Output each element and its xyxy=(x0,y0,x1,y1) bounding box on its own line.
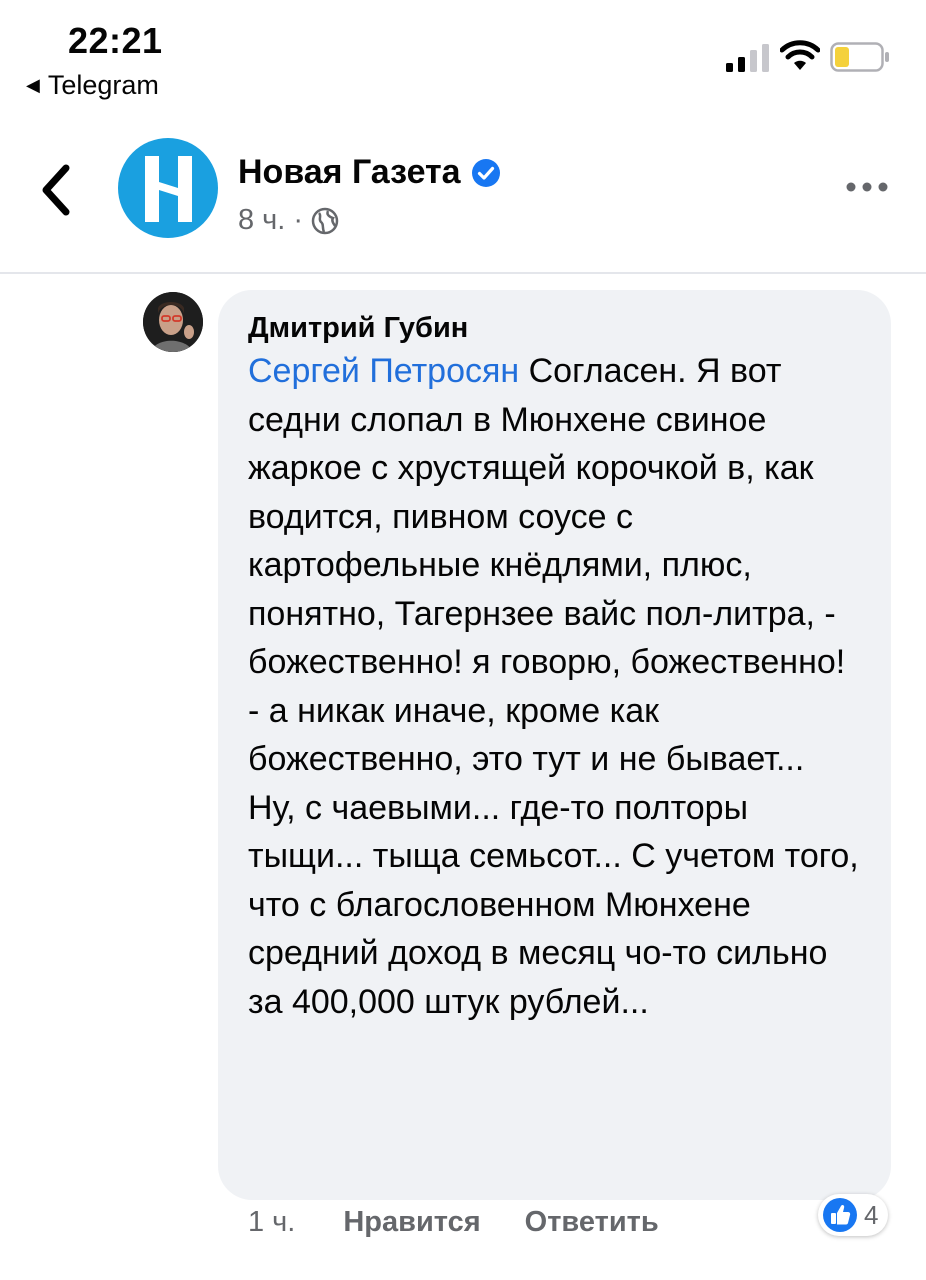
wifi-icon xyxy=(780,40,820,70)
reaction-count: 4 xyxy=(864,1199,879,1230)
status-time: 22:21 xyxy=(68,20,163,61)
meta-separator: · xyxy=(293,204,304,236)
battery-low-icon xyxy=(830,42,889,72)
comment-body: Согласен. Я вот седни слопал в Мюнхене с… xyxy=(248,352,869,1021)
comment-bubble: Дмитрий Губин Сергей Петросян Согласен. … xyxy=(218,290,891,1200)
post-time: 8 ч. xyxy=(238,204,286,236)
reply-button[interactable]: Ответить xyxy=(525,1206,659,1239)
verified-badge-icon xyxy=(471,158,500,187)
commenter-avatar[interactable] xyxy=(143,292,203,352)
commenter-photo xyxy=(143,292,203,352)
novaya-gazeta-logo-icon xyxy=(145,156,192,222)
mention-link[interactable]: Сергей Петросян xyxy=(248,352,519,390)
comment-text: Сергей Петросян Согласен. Я вот седни сл… xyxy=(248,347,861,1026)
reactions-pill[interactable]: 4 xyxy=(818,1194,889,1236)
comment-author[interactable]: Дмитрий Губин xyxy=(248,312,861,345)
comment-time[interactable]: 1 ч. xyxy=(248,1206,295,1239)
comment-actions: 1 ч. Нравится Ответить xyxy=(248,1206,659,1239)
like-reaction-icon xyxy=(823,1198,857,1232)
post-meta: 8 ч. · xyxy=(238,204,339,237)
page-name-label: Новая Газета xyxy=(238,153,461,191)
more-dots-icon[interactable] xyxy=(845,172,889,202)
like-button[interactable]: Нравится xyxy=(343,1206,480,1239)
back-app-label: Telegram xyxy=(47,70,159,100)
back-to-telegram-link[interactable]: ◀ Telegram xyxy=(26,70,159,101)
cellular-signal-icon xyxy=(726,44,769,72)
globe-icon xyxy=(311,207,339,234)
page-name[interactable]: Новая Газета xyxy=(238,153,501,192)
back-triangle-icon: ◀ xyxy=(26,75,40,95)
page-avatar[interactable] xyxy=(118,138,218,238)
back-chevron-icon[interactable] xyxy=(36,162,76,218)
status-bar: 22:21 ◀ Telegram xyxy=(0,0,926,110)
post-header: Новая Газета 8 ч. · xyxy=(0,120,926,274)
